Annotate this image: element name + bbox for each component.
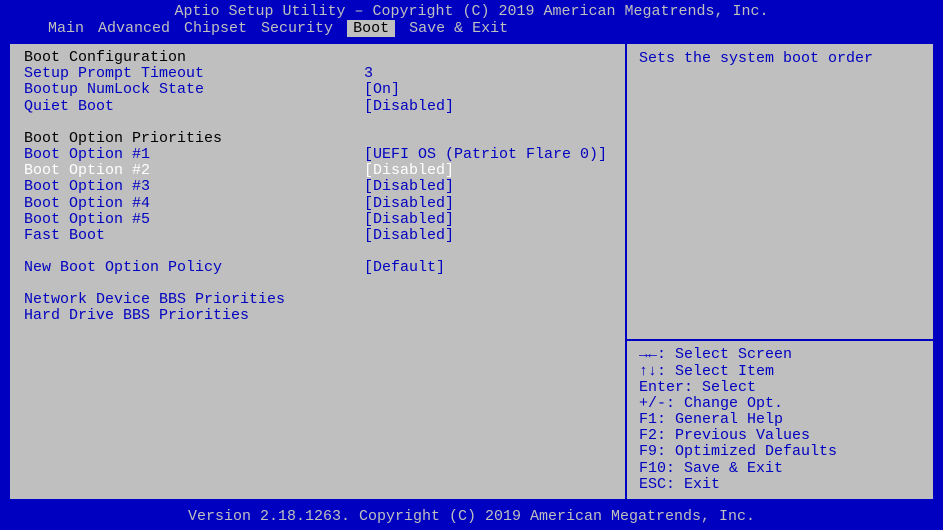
section-boot-option-priorities: Boot Option Priorities <box>24 131 611 147</box>
menu-boot[interactable]: Boot <box>347 20 395 37</box>
menu-security[interactable]: Security <box>261 20 333 37</box>
content: Boot Configuration Setup Prompt Timeout … <box>8 42 935 501</box>
header-title: Aptio Setup Utility – Copyright (C) 2019… <box>0 3 943 20</box>
hint-previous-values: F2: Previous Values <box>639 428 921 444</box>
field-boot-option-5[interactable]: Boot Option #5 [Disabled] <box>24 212 611 228</box>
field-boot-option-2[interactable]: Boot Option #2 [Disabled] <box>24 163 611 179</box>
field-new-boot-option-policy[interactable]: New Boot Option Policy [Default] <box>24 260 611 276</box>
field-fast-boot[interactable]: Fast Boot [Disabled] <box>24 228 611 244</box>
link-network-device-bbs-priorities[interactable]: Network Device BBS Priorities <box>24 292 611 308</box>
field-boot-option-1[interactable]: Boot Option #1 [UEFI OS (Patriot Flare 0… <box>24 147 611 163</box>
hint-esc-exit: ESC: Exit <box>639 477 921 493</box>
left-panel: Boot Configuration Setup Prompt Timeout … <box>8 42 625 501</box>
hint-general-help: F1: General Help <box>639 412 921 428</box>
footer: Version 2.18.1263. Copyright (C) 2019 Am… <box>0 505 943 530</box>
hint-select-screen: →←: Select Screen <box>639 347 921 363</box>
bios-frame: Aptio Setup Utility – Copyright (C) 2019… <box>0 0 943 530</box>
field-boot-option-3[interactable]: Boot Option #3 [Disabled] <box>24 179 611 195</box>
help-panel: Sets the system boot order <box>627 44 933 341</box>
hint-save-exit: F10: Save & Exit <box>639 461 921 477</box>
menu-main[interactable]: Main <box>48 20 84 37</box>
section-boot-configuration: Boot Configuration <box>24 50 611 66</box>
field-boot-option-4[interactable]: Boot Option #4 [Disabled] <box>24 196 611 212</box>
menu-chipset[interactable]: Chipset <box>184 20 247 37</box>
hint-select-item: ↑↓: Select Item <box>639 364 921 380</box>
menu-advanced[interactable]: Advanced <box>98 20 170 37</box>
content-wrap: Boot Configuration Setup Prompt Timeout … <box>0 42 943 505</box>
help-text: Sets the system boot order <box>639 50 921 67</box>
hint-enter-select: Enter: Select <box>639 380 921 396</box>
menu-bar: Main Advanced Chipset Security Boot Save… <box>0 20 943 39</box>
field-quiet-boot[interactable]: Quiet Boot [Disabled] <box>24 99 611 115</box>
field-setup-prompt-timeout[interactable]: Setup Prompt Timeout 3 <box>24 66 611 82</box>
hints-panel: →←: Select Screen ↑↓: Select Item Enter:… <box>627 341 933 499</box>
menu-save-exit[interactable]: Save & Exit <box>409 20 508 37</box>
right-panel: Sets the system boot order →←: Select Sc… <box>625 42 935 501</box>
header: Aptio Setup Utility – Copyright (C) 2019… <box>0 0 943 42</box>
field-bootup-numlock-state[interactable]: Bootup NumLock State [On] <box>24 82 611 98</box>
hint-optimized-defaults: F9: Optimized Defaults <box>639 444 921 460</box>
hint-change-opt: +/-: Change Opt. <box>639 396 921 412</box>
link-hard-drive-bbs-priorities[interactable]: Hard Drive BBS Priorities <box>24 308 611 324</box>
